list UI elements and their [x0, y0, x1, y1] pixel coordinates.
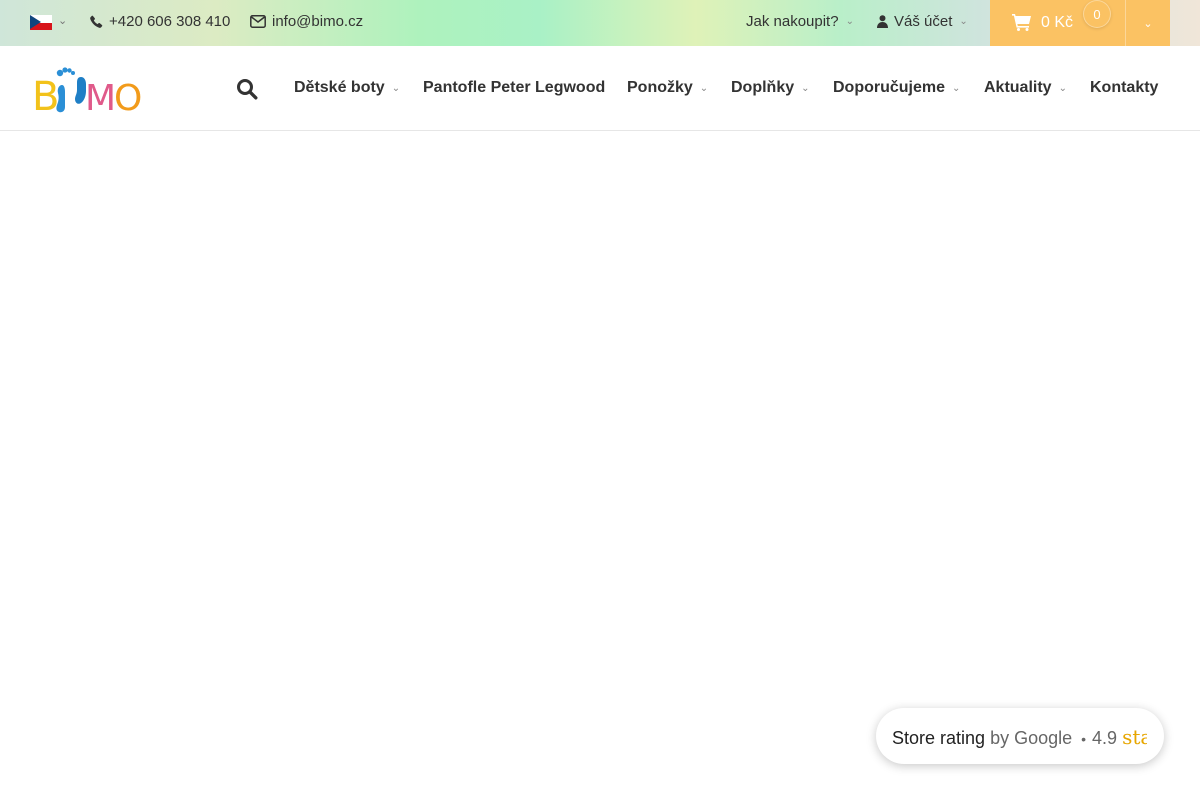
rating-stars-text: stars [1122, 725, 1148, 749]
nav-item-label: Aktuality [984, 79, 1052, 96]
nav-item-label: Ponožky [627, 79, 693, 96]
phone-link[interactable]: +420 606 308 410 [90, 13, 230, 30]
chevron-down-icon: ⌄ [952, 82, 961, 94]
czech-flag-icon[interactable] [30, 15, 52, 30]
nav-item-doplnky[interactable]: Doplňky ⌄ [731, 79, 810, 97]
nav-item-aktuality[interactable]: Aktuality ⌄ [984, 79, 1067, 97]
search-icon [237, 79, 258, 100]
rating-score: 4.9 [1092, 728, 1118, 748]
nav-item-detske-boty[interactable]: Dětské boty ⌄ [294, 79, 400, 97]
chevron-down-icon: ⌄ [959, 16, 968, 27]
google-store-rating-badge[interactable]: Store rating by Google • 4.9 stars [876, 708, 1164, 764]
account-menu[interactable]: Váš účet ⌄ [877, 13, 968, 30]
nav-item-label: Doporučujeme [833, 79, 946, 96]
nav-item-label: Doplňky [731, 79, 795, 96]
phone-number: +420 606 308 410 [109, 13, 231, 30]
how-to-buy-menu[interactable]: Jak nakoupit? ⌄ [746, 13, 854, 30]
chevron-down-icon: ⌄ [391, 82, 401, 94]
svg-text:O: O [114, 78, 142, 115]
shopping-cart-icon [1012, 14, 1031, 31]
search-button[interactable] [236, 78, 258, 105]
cart-button[interactable]: 0 Kč 0 [990, 0, 1125, 46]
email-link[interactable]: info@bimo.cz [250, 13, 363, 30]
nav-item-label: Kontakty [1090, 79, 1159, 96]
nav-item-kontakty[interactable]: Kontakty [1090, 79, 1158, 97]
chevron-down-icon[interactable]: ⌄ [58, 14, 67, 27]
chevron-down-icon: ⌄ [699, 82, 709, 94]
main-header: B M O Dětské boty ⌄ Pantofle Peter Legwo… [0, 46, 1200, 131]
top-bar: ⌄ +420 606 308 410 info@bimo.cz Jak nako… [0, 0, 1200, 46]
nav-item-doporucujeme[interactable]: Doporučujeme ⌄ [833, 79, 960, 97]
bimo-logo[interactable]: B M O [32, 63, 146, 120]
account-label: Váš účet [894, 13, 953, 30]
chevron-down-icon: ⌄ [845, 16, 854, 27]
email-address: info@bimo.cz [272, 13, 364, 30]
rating-source: by Google [990, 728, 1073, 748]
chevron-down-icon: ⌄ [1143, 17, 1153, 30]
nav-item-label: Dětské boty [294, 79, 385, 96]
separator-dot: • [1081, 731, 1087, 747]
cart-dropdown-toggle[interactable]: ⌄ [1125, 0, 1170, 46]
logo-graphic: B M O [32, 67, 142, 120]
cart-total: 0 Kč [1041, 14, 1074, 31]
how-to-buy-label: Jak nakoupit? [746, 13, 839, 30]
chevron-down-icon: ⌄ [801, 82, 810, 94]
cart-count-badge: 0 [1083, 0, 1111, 28]
rating-title: Store rating [892, 728, 986, 748]
user-icon [877, 15, 888, 28]
nav-item-ponozky[interactable]: Ponožky ⌄ [627, 79, 708, 97]
envelope-icon [250, 15, 266, 28]
chevron-down-icon: ⌄ [1058, 82, 1067, 94]
nav-item-pantofle[interactable]: Pantofle Peter Legwood [423, 79, 605, 97]
svg-text:M: M [85, 78, 116, 115]
nav-item-label: Pantofle Peter Legwood [423, 79, 606, 96]
svg-text:B: B [32, 74, 59, 115]
phone-icon [90, 15, 103, 28]
